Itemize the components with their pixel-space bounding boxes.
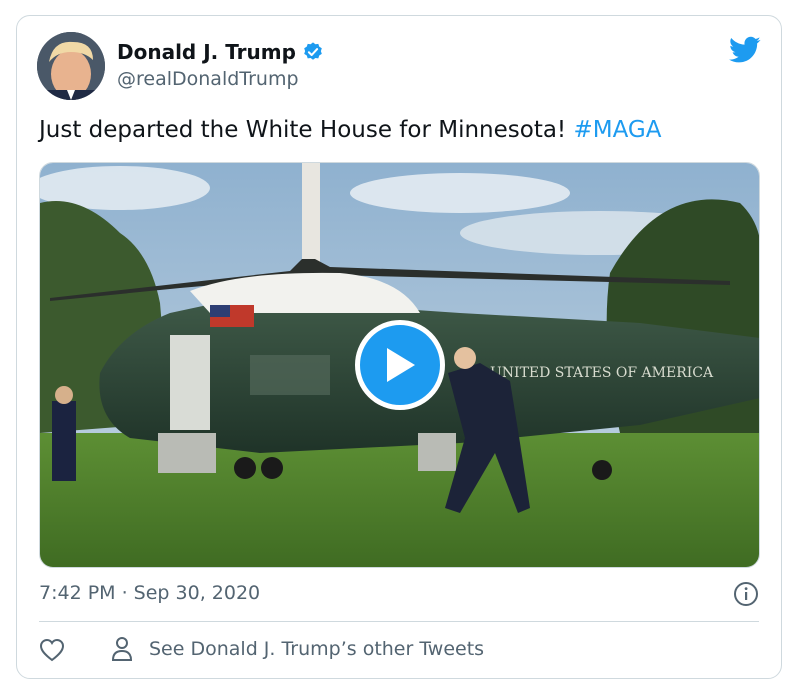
tweet-card[interactable]: Donald J. Trump @realDonaldTrump Just de… [16, 15, 782, 679]
play-button[interactable] [355, 320, 445, 410]
author-name-row: Donald J. Trump [117, 40, 324, 64]
video-player[interactable]: UNITED STATES OF AMERICA [39, 162, 760, 568]
avatar[interactable] [37, 32, 105, 100]
person-icon [111, 636, 133, 662]
verified-badge-icon [302, 41, 324, 63]
twitter-bird-icon[interactable] [729, 36, 761, 64]
heart-icon[interactable] [39, 638, 65, 662]
author-name[interactable]: Donald J. Trump [117, 40, 296, 64]
see-other-tweets-link[interactable]: See Donald J. Trump’s other Tweets [149, 638, 484, 660]
play-icon [387, 348, 415, 382]
tweet-timestamp[interactable]: 7:42 PM · Sep 30, 2020 [39, 582, 260, 604]
divider [39, 621, 759, 622]
hashtag-link[interactable]: #MAGA [573, 117, 661, 143]
tweet-body: Just departed the White House for Minnes… [39, 117, 574, 143]
tweet-text: Just departed the White House for Minnes… [39, 117, 661, 143]
info-icon[interactable] [733, 581, 759, 607]
helicopter-lettering: UNITED STATES OF AMERICA [490, 365, 714, 381]
author-handle[interactable]: @realDonaldTrump [117, 68, 299, 90]
